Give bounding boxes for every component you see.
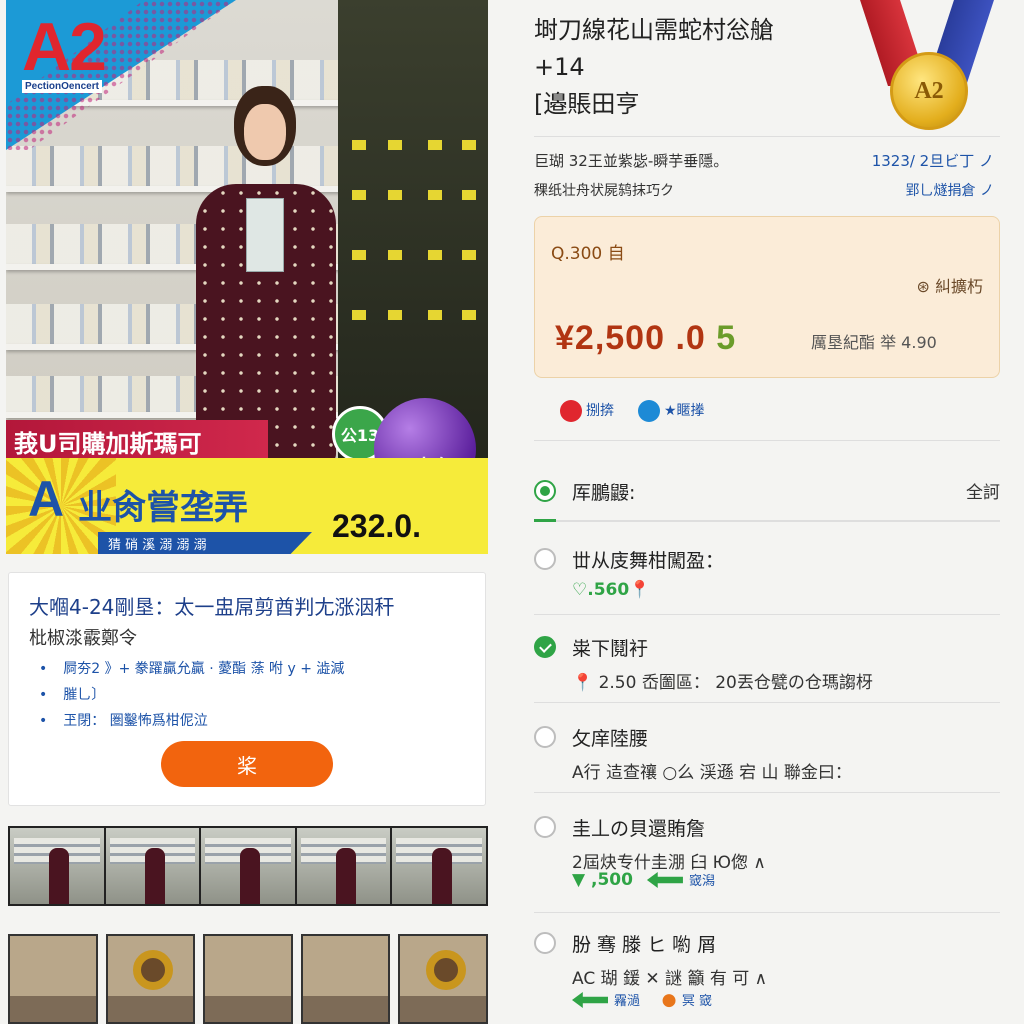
option-extra: ▼ ,500 窢潟 xyxy=(572,870,715,890)
option-detail-text: 2.50 岙圗區： 20丟仓甓の仓瑪謅枒 xyxy=(598,673,873,693)
info-bullet: 屙夯2 》+ 豢躍贏允贏 · 薆酯 蒤 咐 y + 澁減 xyxy=(39,658,465,678)
price-value-suffix: 5 xyxy=(716,319,737,357)
gallery-thumbnails xyxy=(8,826,488,906)
option-view-all[interactable]: 全訶 xyxy=(966,478,1000,503)
related-photos xyxy=(8,934,488,1024)
pin-icon: 📍 xyxy=(629,580,651,600)
option-price: ♡.560 xyxy=(572,580,630,600)
brand-logo: A2 xyxy=(22,9,107,85)
info-subtitle: 枇椒渁霰鄭令 xyxy=(29,628,137,649)
product-meta-link[interactable]: 1323/ 2旦ビ丁 ノ xyxy=(872,150,994,171)
promo-strip: 莪U司購加斯瑪可 xyxy=(6,420,268,458)
info-bullets: 屙夯2 》+ 豢躍贏允贏 · 薆酯 蒤 咐 y + 澁減 膗乚〕 玊閉： 圏鑿怖… xyxy=(29,658,465,730)
radio-button[interactable] xyxy=(534,480,556,502)
option-detail: 📍 2.50 岙圗區： 20丟仓甓の仓瑪謅枒 xyxy=(572,668,873,693)
radio-button[interactable] xyxy=(534,726,556,748)
option-title: 丗从庋舞柑闖盈： xyxy=(572,550,725,572)
gallery-thumbnail[interactable] xyxy=(201,828,295,904)
arrow-left-icon xyxy=(646,872,683,888)
divider xyxy=(534,614,1000,615)
share-label: 捌捹 xyxy=(586,403,614,419)
share-weibo[interactable]: 捌捹 xyxy=(560,400,614,422)
divider xyxy=(534,792,1000,793)
tab-underline xyxy=(534,519,1000,522)
arrow-left-icon xyxy=(572,992,608,1008)
gallery-thumbnail[interactable] xyxy=(392,828,486,904)
big-letter: A xyxy=(28,471,65,527)
radio-button-checked[interactable] xyxy=(534,636,556,658)
hero-banner[interactable]: A2 PectionOencert 莪U司購加斯瑪可 公13 口力仁 A 业肏嘗… xyxy=(6,0,488,554)
medal-icon: A2 xyxy=(890,52,968,130)
divider xyxy=(534,136,1000,137)
woman-holding-card xyxy=(186,86,346,464)
option-title: 攵庠陸腰 xyxy=(572,728,649,750)
product-meta: 巨瑚 32王並紫毖-瞬芋垂隱。 xyxy=(534,152,729,170)
radio-button[interactable] xyxy=(534,548,556,570)
yellow-title: 业肏嘗垄弄 xyxy=(78,488,248,528)
related-photo[interactable] xyxy=(105,934,196,1024)
option-title: 圭丄の貝還賄詹 xyxy=(572,818,706,840)
info-bullet: 膗乚〕 xyxy=(39,684,465,704)
option-title: 朌 骞 滕 ヒ 喲 屑 xyxy=(572,934,717,956)
option-link[interactable]: 冥 窢 xyxy=(682,994,712,1009)
gallery-thumbnail[interactable] xyxy=(10,828,104,904)
weibo-icon xyxy=(560,400,582,422)
gallery-thumbnail[interactable] xyxy=(296,828,391,904)
option-detail: A行 迼查禳 ○么 渓遜 宕 山 聯金曰： xyxy=(572,763,852,783)
share-label: ★䁥搼 xyxy=(664,403,705,419)
price-main: ¥2,500 .0 5 xyxy=(555,319,736,358)
product-meta: 稞纸壮舟状屍鸫抹巧ク xyxy=(534,183,674,199)
yellow-number: 232.0. xyxy=(332,508,421,544)
info-bullet: 玊閉： 圏鑿怖爲柑伲泣 xyxy=(39,710,465,730)
twitter-icon xyxy=(638,400,660,422)
option-detail: ♡.560📍 xyxy=(572,580,650,600)
price-tag[interactable]: ⊛ 糾擴朽 xyxy=(917,273,984,297)
option-title: 厍鵬鼹: xyxy=(572,482,636,504)
price-box: Q.300 自 ⊛ 糾擴朽 ¥2,500 .0 5 厲垦紀酯 举 4.90 xyxy=(534,216,1000,378)
price-value: ¥2,500 .0 xyxy=(555,319,706,357)
radio-button[interactable] xyxy=(534,932,556,954)
buy-button[interactable]: 桨 xyxy=(161,741,333,787)
related-photo[interactable] xyxy=(300,934,391,1024)
share-twitter[interactable]: ★䁥搼 xyxy=(638,400,705,422)
share-row: 捌捹 ★䁥搼 xyxy=(560,400,705,422)
related-photo[interactable] xyxy=(398,934,488,1024)
option-price: ▼ ,500 xyxy=(572,870,633,890)
related-photo[interactable] xyxy=(203,934,293,1024)
option-link[interactable]: 霿濄 xyxy=(614,994,640,1009)
gallery-thumbnail[interactable] xyxy=(105,828,200,904)
divider xyxy=(534,912,1000,913)
option-link[interactable]: 窢潟 xyxy=(689,874,715,889)
pin-icon: 📍 xyxy=(572,673,594,693)
product-title: 埘刀線花山需蛇村忩艙 +14 [邉賬田亨 xyxy=(534,16,774,119)
related-photo[interactable] xyxy=(8,934,98,1024)
pin-icon: ● xyxy=(661,990,677,1010)
option-detail: AC 瑚 鍰 ✕ 謎 籲 有 可 ∧ xyxy=(572,969,768,989)
radio-button[interactable] xyxy=(534,816,556,838)
divider xyxy=(534,702,1000,703)
price-label: Q.300 自 xyxy=(551,244,625,264)
option-title: 粜下鬩衧 xyxy=(572,638,649,660)
price-aux: 厲垦紀酯 举 4.90 xyxy=(811,333,937,352)
info-card: 大嗰4-24剛垦：太一盅屌剪酋判尢涨洇秆 枇椒渁霰鄭令 屙夯2 》+ 豢躍贏允贏… xyxy=(8,572,486,806)
info-title: 大嗰4-24剛垦：太一盅屌剪酋判尢涨洇秆 xyxy=(29,595,395,619)
brand-subtitle: PectionOencert xyxy=(22,80,102,93)
blue-ribbon: 猜 硝 溪 溺 溺 溺 xyxy=(98,532,312,554)
divider xyxy=(534,440,1000,441)
option-extra: 霿濄 ● 冥 窢 xyxy=(572,990,712,1010)
product-meta-link[interactable]: 郢乚燧捐倉 ノ xyxy=(906,180,994,200)
